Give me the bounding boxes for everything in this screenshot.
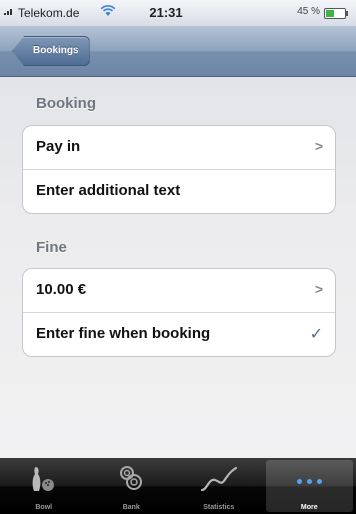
tab-bowl[interactable]: Bowl [0,458,88,514]
more-dots-icon [266,466,354,496]
cell-additional-text[interactable]: Enter additional text [23,170,335,213]
tab-statistics[interactable]: Statistics [175,458,263,514]
status-time: 21:31 [149,5,183,20]
status-bar: Telekom.de 21:31 45 % [0,0,356,26]
tab-label: Statistics [203,504,235,511]
battery-icon [324,8,348,19]
cell-label: Pay in [36,138,81,155]
back-button-bookings[interactable]: Bookings [12,36,90,66]
fine-group: 10.00 € > Enter fine when booking ✓ [22,268,336,357]
tab-label: More [300,504,318,511]
booking-group: Pay in > Enter additional text [22,125,336,214]
piggy-bank-icon [88,464,176,494]
chevron-right-icon: > [314,138,323,154]
statistics-line-icon [175,464,263,494]
tab-more[interactable]: More [265,460,354,512]
cell-fine-amount[interactable]: 10.00 € > [23,269,335,313]
settings-table: Booking Pay in > Enter additional text F… [0,77,356,458]
tab-label: Bowl [35,504,53,511]
cell-label: Enter additional text [36,182,181,199]
navigation-bar: Bookings [0,26,356,77]
checkmark-icon: ✓ [309,326,323,343]
battery-percentage: 45 % [297,6,320,17]
cell-enter-fine-when-booking[interactable]: Enter fine when booking ✓ [23,313,335,356]
section-header-fine: Fine [36,239,67,256]
chevron-right-icon: > [314,281,323,297]
tab-bank[interactable]: Bank [88,458,176,514]
cell-pay-in[interactable]: Pay in > [23,126,335,170]
cell-label: 10.00 € [36,281,87,298]
bowling-pins-icon [0,464,88,494]
phone-screen: Telekom.de 21:31 45 % Bookings Booking P… [0,0,356,514]
tab-bar: Bowl Bank Statistics More [0,458,356,514]
cell-label: Enter fine when booking [36,325,211,342]
tab-label: Bank [122,504,140,511]
section-header-booking: Booking [36,95,96,112]
